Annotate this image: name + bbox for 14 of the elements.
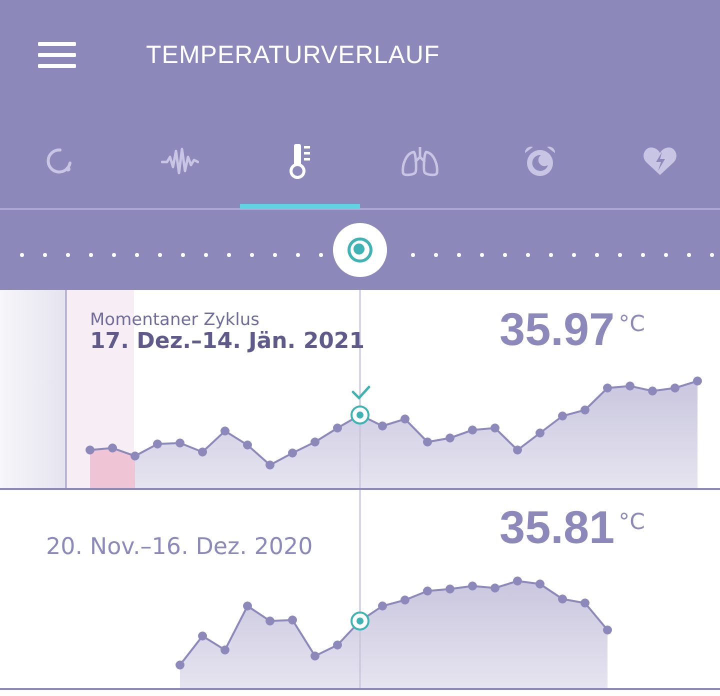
temperature-value: 35.81 [500, 500, 615, 554]
cycle-label: Momentaner Zyklus [90, 312, 260, 329]
waveform-icon [161, 145, 199, 177]
timeline-handle[interactable] [333, 223, 387, 277]
lungs-icon [400, 145, 440, 177]
temperature-unit: °C [618, 312, 645, 337]
temperature-unit: °C [618, 510, 645, 535]
menu-icon[interactable] [38, 42, 76, 68]
screen-title: TEMPERATURVERLAUF [146, 40, 440, 70]
temperature-value: 35.97 [500, 302, 615, 356]
alarm-clock-icon [522, 144, 558, 178]
cycle-dates: 20. Nov.–16. Dez. 2020 [46, 534, 313, 560]
broken-heart-icon [642, 145, 678, 177]
cycle-dates: 17. Dez.–14. Jän. 2021 [90, 329, 365, 355]
